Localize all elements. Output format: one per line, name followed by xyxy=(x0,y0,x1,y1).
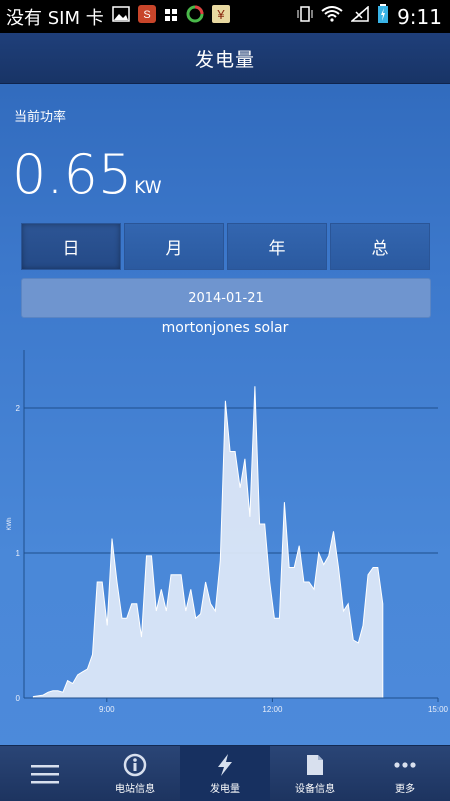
nav-station-info-label: 电站信息 xyxy=(115,784,155,795)
info-icon xyxy=(123,752,147,778)
grid-notification-icon xyxy=(164,6,178,27)
wifi-icon xyxy=(321,6,343,27)
station-name: mortonjones solar xyxy=(161,320,289,336)
tab-day[interactable]: 日 xyxy=(21,223,121,270)
title-bar: 发电量 xyxy=(0,33,450,84)
x-tick-label: 12:00 xyxy=(262,705,283,714)
bottom-nav: 电站信息 发电量 设备信息 更多 xyxy=(0,745,450,801)
y-tick-label: 1 xyxy=(16,549,21,558)
lightning-icon xyxy=(215,752,235,778)
tab-total[interactable]: 总 xyxy=(330,223,430,270)
clock-time: 9:11 xyxy=(397,4,442,29)
nav-more[interactable]: 更多 xyxy=(360,746,450,801)
current-power-value: 0.65 xyxy=(12,143,133,206)
tab-year[interactable]: 年 xyxy=(227,223,327,270)
page-title: 发电量 xyxy=(194,48,255,71)
vibrate-icon xyxy=(297,5,313,28)
svg-text:¥: ¥ xyxy=(216,7,225,22)
app-notification-icon: S xyxy=(137,5,156,28)
image-notification-icon xyxy=(111,6,130,27)
svg-text:S: S xyxy=(143,9,150,21)
current-power-unit: KW xyxy=(134,178,162,198)
x-tick-label: 9:00 xyxy=(99,705,115,714)
sync-notification-icon xyxy=(186,5,204,28)
current-power-display: 0.65 KW xyxy=(12,145,162,205)
date-selector[interactable]: 2014-01-21 xyxy=(21,278,431,318)
nav-power-generation-label: 发电量 xyxy=(210,784,240,795)
nav-device-info-label: 设备信息 xyxy=(295,784,335,795)
yen-notification-icon: ¥ xyxy=(211,5,230,28)
y-tick-label: 2 xyxy=(16,404,21,413)
nav-station-info[interactable]: 电站信息 xyxy=(90,746,180,801)
signal-icon xyxy=(350,5,369,27)
current-power-label: 当前功率 xyxy=(14,110,67,125)
document-icon xyxy=(306,752,324,778)
nav-menu[interactable] xyxy=(0,746,90,801)
generation-chart: 0 1 2 9:00 12:00 15:00 KWh xyxy=(7,350,449,714)
status-bar: 没有 SIM 卡 S ¥ 9:11 xyxy=(0,0,450,33)
tab-month[interactable]: 月 xyxy=(124,223,224,270)
nav-more-label: 更多 xyxy=(395,784,415,795)
y-tick-label: 0 xyxy=(16,694,21,703)
nav-power-generation[interactable]: 发电量 xyxy=(180,746,270,801)
x-tick-label: 15:00 xyxy=(428,705,449,714)
period-tabs: 日 月 年 总 xyxy=(21,223,430,270)
nav-device-info[interactable]: 设备信息 xyxy=(270,746,360,801)
carrier-text: 没有 SIM 卡 xyxy=(6,7,104,29)
more-icon xyxy=(393,752,417,778)
menu-icon xyxy=(31,761,59,787)
chart-area-series xyxy=(32,386,384,699)
battery-icon xyxy=(377,4,389,29)
y-axis-label: KWh xyxy=(7,517,13,530)
